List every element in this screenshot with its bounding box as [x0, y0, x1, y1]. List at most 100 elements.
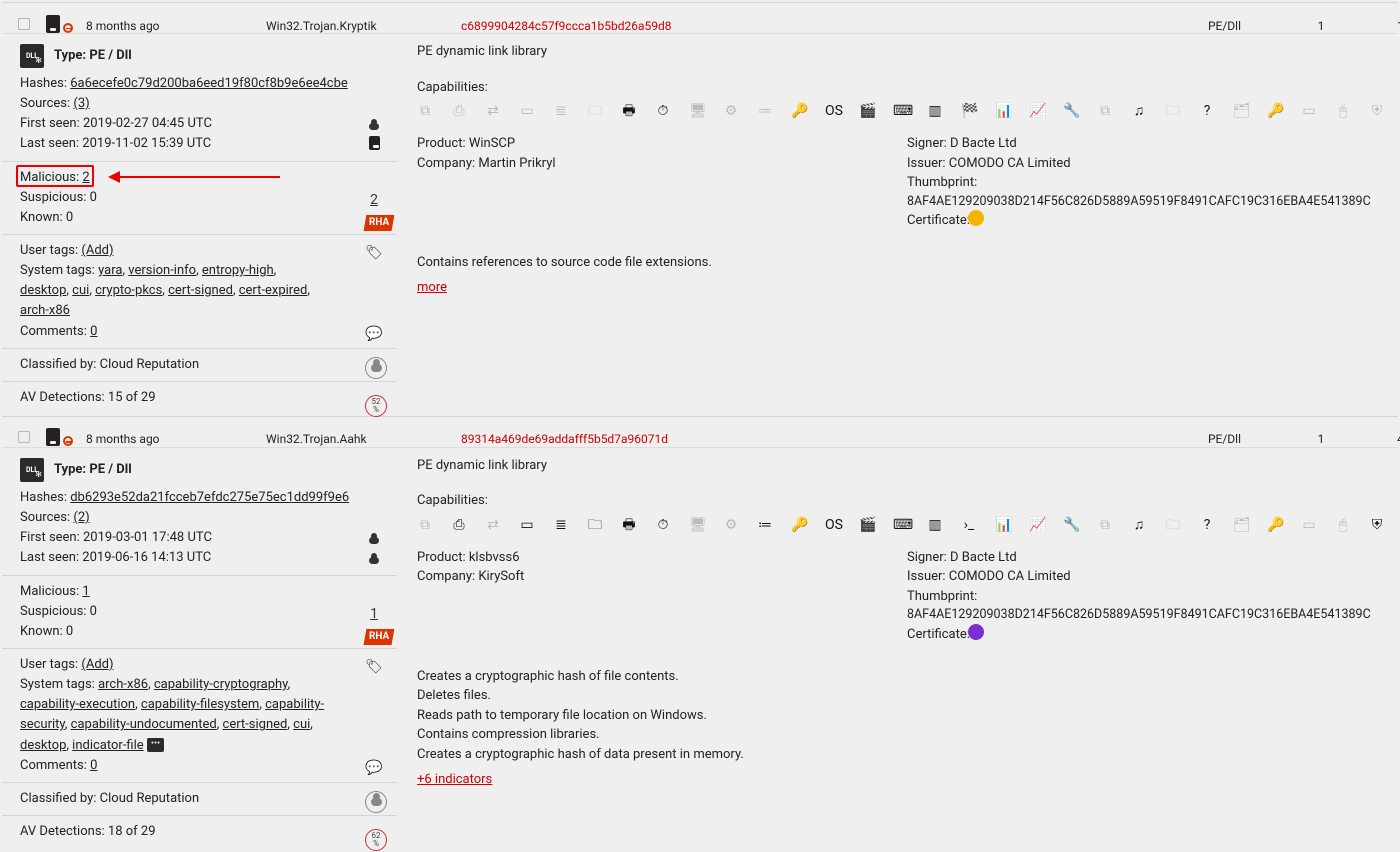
- capability-icon: ⎙: [451, 515, 467, 536]
- sources-line: Sources: (3): [20, 94, 383, 114]
- sample-hash[interactable]: c6899904284c57f9ccca1b5bd26a59d8: [461, 19, 1061, 33]
- system-tag[interactable]: yara: [98, 263, 122, 278]
- system-tag[interactable]: indicator-file: [72, 738, 144, 753]
- comment-icon[interactable]: 💬: [365, 758, 383, 780]
- capability-icon: 🖱: [1335, 515, 1351, 536]
- system-tag[interactable]: desktop: [20, 283, 66, 298]
- suspicious-line: Suspicious: 0 2 RHA: [20, 188, 383, 208]
- system-tag[interactable]: cert-signed: [223, 717, 288, 732]
- company: Company: Martin Prikryl: [417, 154, 907, 174]
- capability-icon: ⛨: [1369, 515, 1385, 536]
- capability-icon: 📊: [995, 101, 1011, 122]
- more-tags-icon[interactable]: •••: [147, 738, 164, 752]
- capability-icon: 🎬: [859, 515, 875, 536]
- cloud-icon: [365, 550, 383, 572]
- capability-icon: ▥: [927, 515, 943, 536]
- more-link[interactable]: +6 indicators: [417, 772, 492, 787]
- system-tag[interactable]: arch-x86: [98, 677, 148, 692]
- row-header: 8 months ago Win32.Trojan.Aahk 89314a469…: [2, 417, 1398, 447]
- system-tag[interactable]: desktop: [20, 738, 66, 753]
- capability-icon: ⇄: [485, 515, 501, 536]
- capability-icon: ≣: [553, 101, 569, 122]
- checkbox[interactable]: [18, 18, 30, 30]
- threat-name[interactable]: Win32.Trojan.Aahk: [266, 432, 461, 446]
- system-tag[interactable]: capability-cryptography: [154, 677, 288, 692]
- capability-icon: ⚙: [723, 515, 739, 536]
- behavior-line: Contains compression libraries.: [417, 725, 1385, 745]
- right-panel: PE dynamic link library Capabilities: ⧉⎙…: [397, 448, 1400, 850]
- add-tag-link[interactable]: (Add): [81, 243, 113, 258]
- certificate: Certificate:: [907, 211, 1385, 231]
- checkbox[interactable]: [18, 431, 30, 443]
- right-panel: PE dynamic link library Capabilities: ⧉⎙…: [397, 34, 1400, 416]
- disk-icon: [46, 428, 60, 446]
- comments-link[interactable]: 0: [90, 758, 97, 773]
- type-label: Type: PE / Dll: [54, 460, 132, 480]
- row-body: Type: PE / Dll Hashes: db6293e52da21fcce…: [2, 447, 1398, 850]
- behavior-line: Deletes files.: [417, 686, 1385, 706]
- capability-icon: 🗀: [1165, 101, 1181, 122]
- capability-icon: 🗀: [587, 101, 603, 122]
- behavior-line: Contains references to source code file …: [417, 253, 1385, 273]
- system-tag[interactable]: capability-execution: [20, 697, 135, 712]
- behavior-line: Creates a cryptographic hash of file con…: [417, 667, 1385, 687]
- capability-icon: ⏱: [655, 101, 671, 122]
- filetype: PE/Dll: [1061, 19, 1281, 33]
- dll-icon: [20, 458, 44, 482]
- malicious-link[interactable]: 1: [82, 584, 89, 599]
- system-tag[interactable]: cert-expired: [239, 283, 308, 298]
- capability-icon: 🖶: [621, 515, 637, 536]
- system-tag[interactable]: version-info: [128, 263, 196, 278]
- threat-icon: [63, 436, 73, 446]
- capability-icon: ♫: [1131, 515, 1147, 536]
- comments-link[interactable]: 0: [90, 324, 97, 339]
- capability-icon: 🖱: [1335, 101, 1351, 122]
- product: Product: WinSCP: [417, 134, 907, 154]
- hash-link[interactable]: db6293e52da21fcceb7efdc275e75ec1dd99f9e6: [70, 490, 349, 505]
- system-tag[interactable]: entropy-high: [202, 263, 274, 278]
- suspicious-line: Suspicious: 0 1 RHA: [20, 602, 383, 622]
- behavior-line: Creates a cryptographic hash of data pre…: [417, 745, 1385, 765]
- add-tag-link[interactable]: (Add): [81, 657, 113, 672]
- capability-icon: 🔑: [1267, 101, 1283, 122]
- disk-small-icon: [365, 136, 383, 158]
- filesize: 475.7 KB: [1361, 432, 1400, 446]
- comment-icon[interactable]: 💬: [365, 324, 383, 346]
- av-detections: AV Detections: 15 of 29 52%: [20, 388, 383, 408]
- tag-icon[interactable]: 🏷: [365, 243, 383, 265]
- system-tag[interactable]: cui: [293, 717, 310, 732]
- hash-link[interactable]: 6a6ecefe0c79d200ba6eed19f80cf8b9e6ee4cbe: [70, 76, 348, 91]
- annotation-arrow-icon: [120, 176, 280, 178]
- capability-icon: 📈: [1029, 515, 1045, 536]
- capability-icon: ⌨: [893, 101, 909, 122]
- product: Product: klsbvss6: [417, 548, 907, 568]
- capability-icon: ▭: [1301, 515, 1317, 536]
- system-tag[interactable]: arch-x86: [20, 303, 70, 318]
- classified-by: Classified by: Cloud Reputation: [20, 355, 383, 375]
- capability-icon: ≔: [757, 515, 773, 536]
- cloud-circle-icon: [365, 357, 387, 379]
- system-tag[interactable]: crypto-pkcs: [95, 283, 162, 298]
- capability-icon: ▥: [927, 101, 943, 122]
- comments-line: Comments: 0💬: [20, 756, 383, 776]
- tag-icon[interactable]: 🏷: [365, 657, 383, 679]
- sources-link[interactable]: (2): [73, 510, 89, 525]
- capability-icon: ⚙: [723, 101, 739, 122]
- sample-hash[interactable]: 89314a469de69addafff5b5d7a96071d: [461, 432, 1061, 446]
- issuer: Issuer: COMODO CA Limited: [907, 154, 1385, 174]
- system-tag[interactable]: cert-signed: [168, 283, 233, 298]
- count: 1: [1281, 432, 1361, 446]
- capability-icon: ▭: [1301, 101, 1317, 122]
- system-tag[interactable]: cui: [72, 283, 89, 298]
- sources-link[interactable]: (3): [73, 96, 89, 111]
- capability-icon: 📈: [1029, 101, 1045, 122]
- malicious-link[interactable]: 2: [82, 170, 89, 185]
- more-link[interactable]: more: [417, 280, 447, 295]
- count: 1: [1281, 19, 1361, 33]
- threat-name[interactable]: Win32.Trojan.Kryptik: [266, 19, 461, 33]
- system-tag[interactable]: capability-undocumented: [71, 717, 217, 732]
- user-tags: User tags: (Add) 🏷: [20, 241, 383, 261]
- threat-icon: [63, 23, 73, 33]
- filetype: PE/Dll: [1061, 432, 1281, 446]
- system-tag[interactable]: capability-filesystem: [141, 697, 259, 712]
